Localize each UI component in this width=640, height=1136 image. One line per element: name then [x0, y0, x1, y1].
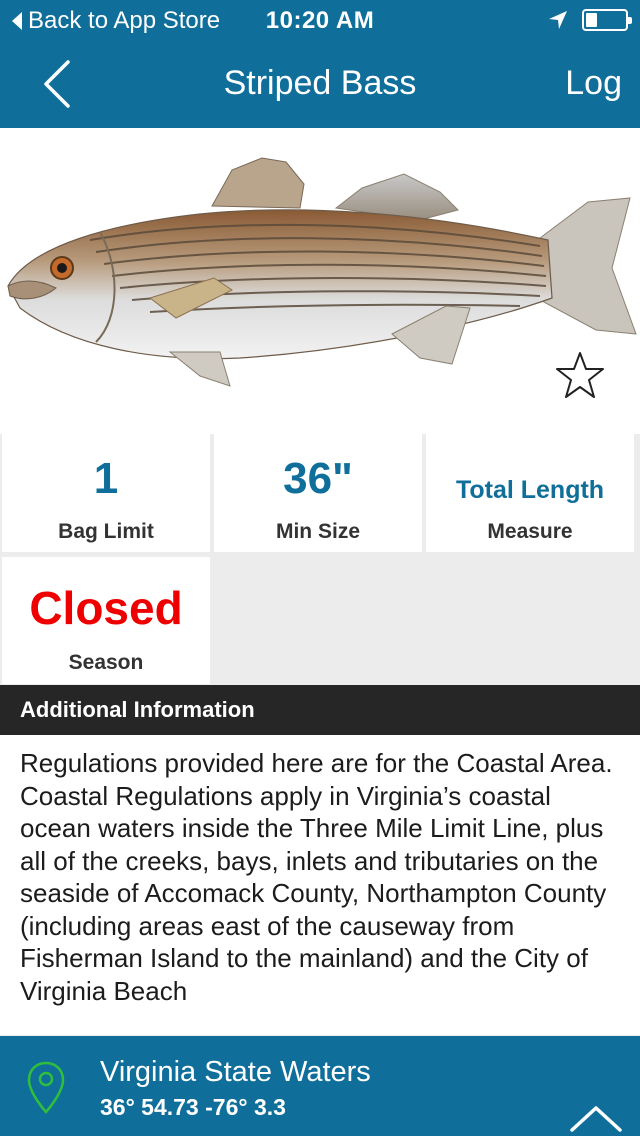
status-time: 10:20 AM: [265, 7, 375, 34]
min-size-label: Min Size: [275, 520, 360, 543]
bag-limit-card: 1 Bag Limit: [2, 434, 210, 552]
info-paragraph: Coastal Regulations apply in Virginia’s …: [20, 780, 607, 1006]
season-value: Closed: [29, 582, 183, 634]
info-paragraph: Regulations provided here are for the Co…: [20, 748, 613, 778]
min-size-card: 36" Min Size: [214, 434, 422, 552]
status-indicators: [548, 9, 632, 31]
min-size-value: 36": [283, 454, 353, 503]
measure-value: Total Length: [455, 476, 605, 504]
season-card: Closed Season: [2, 557, 210, 684]
page-title: Striped Bass: [223, 64, 417, 102]
favorite-star-icon[interactable]: [554, 350, 606, 400]
battery-icon: [582, 9, 632, 31]
location-coordinates: 36° 54.73 -76° 3.3: [100, 1094, 286, 1120]
striped-bass-illustration: [7, 157, 637, 387]
location-footer[interactable]: Virginia State Waters 36° 54.73 -76° 3.3: [0, 1036, 640, 1136]
chevron-up-icon[interactable]: [568, 1102, 624, 1134]
status-bar: Back to App Store 10:20 AM: [0, 0, 640, 40]
bag-limit-value: 1: [93, 454, 119, 503]
season-label: Season: [68, 651, 144, 674]
additional-info-body[interactable]: Regulations provided here are for the Co…: [0, 735, 640, 1035]
log-button[interactable]: Log: [565, 64, 622, 103]
location-name: Virginia State Waters: [100, 1056, 371, 1088]
location-arrow-icon: [549, 11, 567, 29]
nav-bar: Striped Bass Log: [0, 40, 640, 128]
bag-limit-label: Bag Limit: [58, 520, 154, 543]
measure-label: Measure: [487, 520, 573, 543]
species-image-area: [0, 128, 640, 434]
measure-card: Total Length Measure: [426, 434, 634, 552]
location-pin-icon: [27, 1061, 65, 1114]
battery-fill: [586, 13, 597, 27]
additional-info-header: Additional Information: [0, 685, 640, 735]
